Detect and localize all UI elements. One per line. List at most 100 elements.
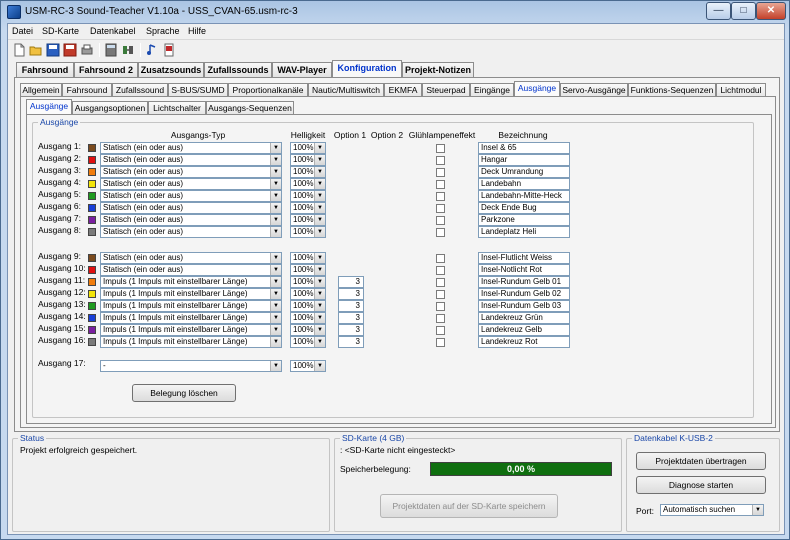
output-4-name-field[interactable]: Landebahn: [478, 178, 570, 190]
output-15-name-field[interactable]: Landekreuz Gelb: [478, 324, 570, 336]
output-14-option-1-field[interactable]: 3: [338, 312, 364, 324]
menu-datei[interactable]: Datei: [12, 26, 33, 36]
output-9-brightness-select[interactable]: 100% ▼: [290, 252, 326, 264]
output-16-brightness-select[interactable]: 100% ▼: [290, 336, 326, 348]
output-10-glow-checkbox[interactable]: [436, 266, 445, 275]
output-11-name-field[interactable]: Insel-Rundum Gelb 01: [478, 276, 570, 288]
output-15-glow-checkbox[interactable]: [436, 326, 445, 335]
new-file-icon[interactable]: [12, 43, 26, 57]
music-note-icon[interactable]: [145, 43, 159, 57]
menu-sd-karte[interactable]: SD-Karte: [42, 26, 79, 36]
output-13-brightness-select[interactable]: 100% ▼: [290, 300, 326, 312]
tab-proportionalkanaele[interactable]: Proportionalkanäle: [228, 83, 308, 96]
output-8-type-select[interactable]: Statisch (ein oder aus) ▼: [100, 226, 282, 238]
save-as-icon[interactable]: [63, 43, 77, 57]
tab-lichtschalter[interactable]: Lichtschalter: [148, 101, 206, 114]
clear-assignment-button[interactable]: Belegung löschen: [132, 384, 236, 402]
output-17-brightness-select[interactable]: 100% ▼: [290, 360, 326, 372]
output-10-type-select[interactable]: Statisch (ein oder aus) ▼: [100, 264, 282, 276]
output-15-type-select[interactable]: Impuls (1 Impuls mit einstellbarer Länge…: [100, 324, 282, 336]
output-15-option-1-field[interactable]: 3: [338, 324, 364, 336]
tab-ausgangs-sequenzen[interactable]: Ausgangs-Sequenzen: [206, 101, 294, 114]
tab-projekt-notizen[interactable]: Projekt-Notizen: [402, 62, 474, 77]
output-6-name-field[interactable]: Deck Ende Bug: [478, 202, 570, 214]
output-6-glow-checkbox[interactable]: [436, 204, 445, 213]
save-icon[interactable]: [46, 43, 60, 57]
output-7-name-field[interactable]: Parkzone: [478, 214, 570, 226]
output-13-name-field[interactable]: Insel-Rundum Gelb 03: [478, 300, 570, 312]
output-2-type-select[interactable]: Statisch (ein oder aus) ▼: [100, 154, 282, 166]
output-14-name-field[interactable]: Landekreuz Grün: [478, 312, 570, 324]
output-1-type-select[interactable]: Statisch (ein oder aus) ▼: [100, 142, 282, 154]
output-7-brightness-select[interactable]: 100% ▼: [290, 214, 326, 226]
tab-servo-ausgaenge[interactable]: Servo-Ausgänge: [560, 83, 628, 96]
output-6-type-select[interactable]: Statisch (ein oder aus) ▼: [100, 202, 282, 214]
tab-steuerpad[interactable]: Steuerpad: [422, 83, 470, 96]
output-3-name-field[interactable]: Deck Umrandung: [478, 166, 570, 178]
output-9-name-field[interactable]: Insel-Flutlicht Weiss: [478, 252, 570, 264]
output-11-type-select[interactable]: Impuls (1 Impuls mit einstellbarer Länge…: [100, 276, 282, 288]
tab-funktions-sequenzen[interactable]: Funktions-Sequenzen: [628, 83, 716, 96]
open-folder-icon[interactable]: [29, 43, 43, 57]
help-document-icon[interactable]: [162, 43, 176, 57]
save-to-sdcard-button[interactable]: Projektdaten auf der SD-Karte speichern: [380, 494, 558, 518]
output-14-type-select[interactable]: Impuls (1 Impuls mit einstellbarer Länge…: [100, 312, 282, 324]
tab-fahrsound[interactable]: Fahrsound: [16, 62, 74, 77]
tab-zufallssounds[interactable]: Zufallssounds: [204, 62, 272, 77]
output-13-option-1-field[interactable]: 3: [338, 300, 364, 312]
output-11-brightness-select[interactable]: 100% ▼: [290, 276, 326, 288]
tab-ekmfa[interactable]: EKMFA: [384, 83, 422, 96]
output-8-glow-checkbox[interactable]: [436, 228, 445, 237]
tab-allgemein[interactable]: Allgemein: [20, 83, 62, 96]
output-5-type-select[interactable]: Statisch (ein oder aus) ▼: [100, 190, 282, 202]
port-select[interactable]: Automatisch suchen ▼: [660, 504, 764, 516]
output-10-brightness-select[interactable]: 100% ▼: [290, 264, 326, 276]
tab-zusatzsounds[interactable]: Zusatzsounds: [138, 62, 204, 77]
maximize-button[interactable]: □: [731, 2, 756, 20]
output-12-brightness-select[interactable]: 100% ▼: [290, 288, 326, 300]
tab-nautic-multiswitch[interactable]: Nautic/Multiswitch: [308, 83, 384, 96]
output-5-name-field[interactable]: Landebahn-Mitte-Heck: [478, 190, 570, 202]
menu-datenkabel[interactable]: Datenkabel: [90, 26, 136, 36]
output-16-glow-checkbox[interactable]: [436, 338, 445, 347]
close-button[interactable]: ✕: [756, 2, 786, 20]
output-4-type-select[interactable]: Statisch (ein oder aus) ▼: [100, 178, 282, 190]
output-10-name-field[interactable]: Insel-Notlicht Rot: [478, 264, 570, 276]
output-7-glow-checkbox[interactable]: [436, 216, 445, 225]
usb-cable-icon[interactable]: [121, 43, 135, 57]
tab-ausgaenge-list[interactable]: Ausgänge: [26, 99, 72, 115]
tab-wav-player[interactable]: WAV-Player: [272, 62, 332, 77]
calculator-icon[interactable]: [104, 43, 118, 57]
tab-sbus-sumd[interactable]: S-BUS/SUMD: [168, 83, 228, 96]
menu-sprache[interactable]: Sprache: [146, 26, 180, 36]
output-13-glow-checkbox[interactable]: [436, 302, 445, 311]
output-6-brightness-select[interactable]: 100% ▼: [290, 202, 326, 214]
output-16-type-select[interactable]: Impuls (1 Impuls mit einstellbarer Länge…: [100, 336, 282, 348]
output-3-glow-checkbox[interactable]: [436, 168, 445, 177]
output-8-brightness-select[interactable]: 100% ▼: [290, 226, 326, 238]
output-12-option-1-field[interactable]: 3: [338, 288, 364, 300]
tab-konfiguration[interactable]: Konfiguration: [332, 60, 402, 78]
output-1-brightness-select[interactable]: 100% ▼: [290, 142, 326, 154]
tab-ausgangsoptionen[interactable]: Ausgangsoptionen: [72, 101, 148, 114]
output-9-type-select[interactable]: Statisch (ein oder aus) ▼: [100, 252, 282, 264]
output-5-glow-checkbox[interactable]: [436, 192, 445, 201]
output-12-name-field[interactable]: Insel-Rundum Gelb 02: [478, 288, 570, 300]
tab-zufallssound[interactable]: Zufallssound: [112, 83, 168, 96]
output-12-glow-checkbox[interactable]: [436, 290, 445, 299]
output-1-glow-checkbox[interactable]: [436, 144, 445, 153]
start-diagnosis-button[interactable]: Diagnose starten: [636, 476, 766, 494]
output-2-name-field[interactable]: Hangar: [478, 154, 570, 166]
output-16-name-field[interactable]: Landekreuz Rot: [478, 336, 570, 348]
output-13-type-select[interactable]: Impuls (1 Impuls mit einstellbarer Länge…: [100, 300, 282, 312]
output-17-type-select[interactable]: - ▼: [100, 360, 282, 372]
output-14-brightness-select[interactable]: 100% ▼: [290, 312, 326, 324]
tab-lichtmodul[interactable]: Lichtmodul: [716, 83, 766, 96]
output-15-brightness-select[interactable]: 100% ▼: [290, 324, 326, 336]
output-5-brightness-select[interactable]: 100% ▼: [290, 190, 326, 202]
output-9-glow-checkbox[interactable]: [436, 254, 445, 263]
tab-fahrsound-sub[interactable]: Fahrsound: [62, 83, 112, 96]
output-1-name-field[interactable]: Insel & 65: [478, 142, 570, 154]
output-3-brightness-select[interactable]: 100% ▼: [290, 166, 326, 178]
output-4-brightness-select[interactable]: 100% ▼: [290, 178, 326, 190]
